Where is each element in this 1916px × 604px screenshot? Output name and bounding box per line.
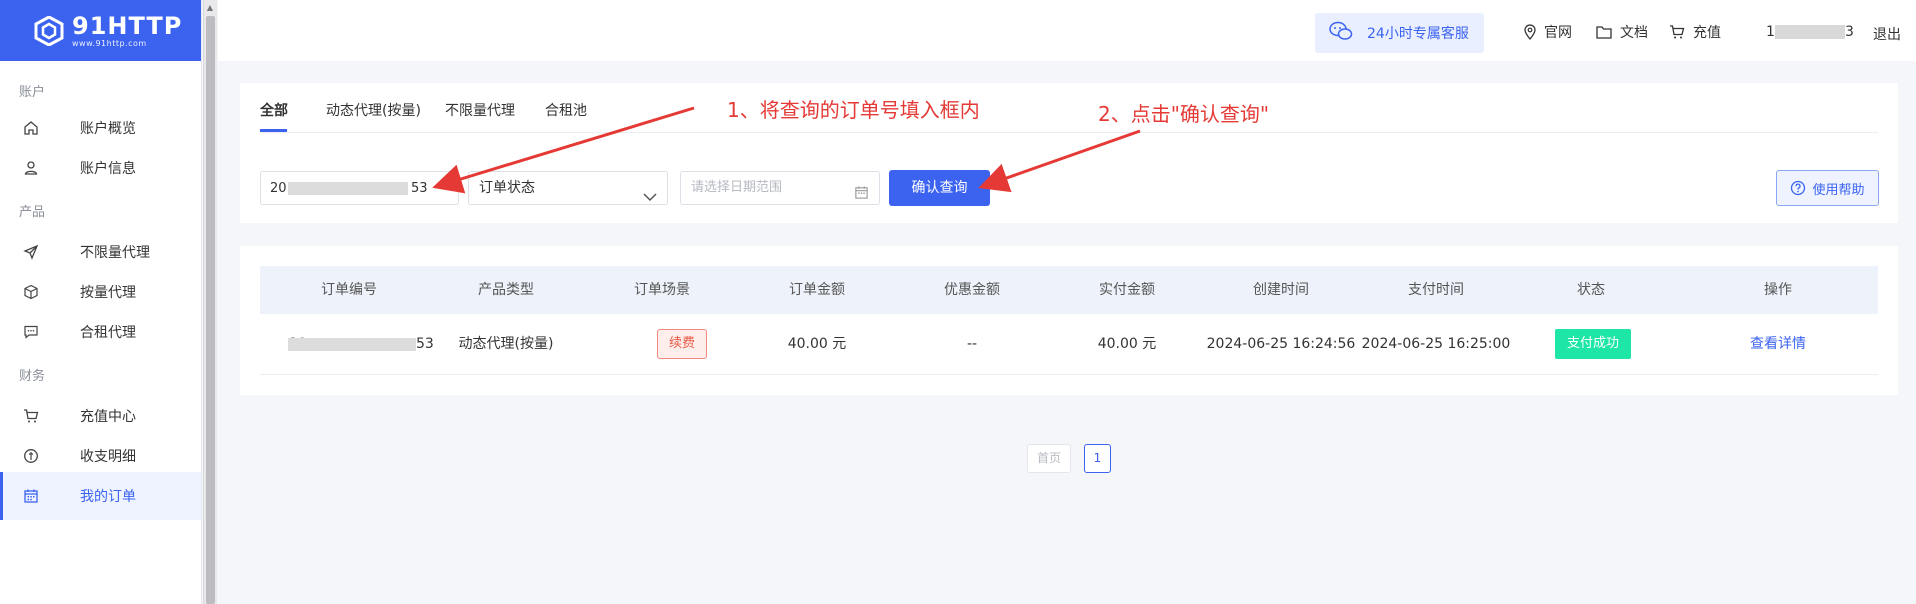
column-header: 操作 xyxy=(1764,282,1792,298)
nav-group-finance: 财务 xyxy=(19,369,46,384)
cart-icon xyxy=(22,407,40,425)
logout-link[interactable]: 退出 xyxy=(1873,24,1901,44)
sidebar-item-label: 账户概览 xyxy=(80,121,136,137)
orders-table-card: 订单编号 产品类型 订单场景 订单金额 优惠金额 实付金额 创建时间 支付时间 … xyxy=(240,246,1898,395)
tab-dynamic-proxy[interactable]: 动态代理(按量) xyxy=(326,100,421,120)
question-circle-icon xyxy=(1790,180,1806,196)
sidebar-item-account-info[interactable]: 账户信息 xyxy=(0,144,201,192)
recharge-link[interactable]: 充值 xyxy=(1669,22,1721,42)
pagination-first-button[interactable]: 首页 xyxy=(1027,444,1071,473)
order-number-suffix: 53 xyxy=(411,181,428,196)
confirm-query-button[interactable]: 确认查询 xyxy=(889,170,990,206)
column-header: 状态 xyxy=(1577,282,1605,298)
pagination-page-1[interactable]: 1 xyxy=(1084,444,1111,473)
tab-unlimited-proxy[interactable]: 不限量代理 xyxy=(445,100,515,120)
coin-icon xyxy=(22,447,40,465)
tab-all[interactable]: 全部 xyxy=(260,100,288,120)
docs-link[interactable]: 文档 xyxy=(1596,22,1648,42)
order-number-mask xyxy=(288,338,416,351)
nav-group-products: 产品 xyxy=(19,205,46,220)
wechat-icon xyxy=(1329,21,1353,45)
column-header: 优惠金额 xyxy=(944,282,1000,298)
logo-subtitle: www.91http.com xyxy=(72,38,147,48)
sidebar-item-label: 不限量代理 xyxy=(80,245,150,261)
cart-icon xyxy=(1669,24,1685,40)
user-icon xyxy=(22,159,40,177)
order-number-mask xyxy=(288,182,408,195)
logo-hexagon-icon xyxy=(34,15,64,46)
paid-amount-cell: 40.00 元 xyxy=(1097,336,1157,352)
paid-time-cell: 2024-06-25 16:25:00 xyxy=(1361,336,1511,352)
sidebar-item-label: 充值中心 xyxy=(80,409,136,425)
annotation-step-2: 2、点击"确认查询" xyxy=(1098,102,1270,126)
location-pin-icon xyxy=(1524,24,1536,40)
order-status-select[interactable]: 订单状态 xyxy=(468,171,668,205)
column-header: 订单编号 xyxy=(321,282,377,298)
usage-help-label: 使用帮助 xyxy=(1812,182,1865,198)
user-id-mask xyxy=(1775,25,1845,39)
sidebar-item-label: 我的订单 xyxy=(80,489,136,505)
top-header: 24小时专属客服 官网 文档 充值 1 3 退出 xyxy=(218,0,1916,61)
table-row: 20 53 动态代理(按量) 续费 40.00 元 -- 40.00 元 202… xyxy=(260,314,1878,375)
official-site-link[interactable]: 官网 xyxy=(1524,22,1572,42)
docs-label: 文档 xyxy=(1620,25,1648,41)
sidebar-item-shared-proxy[interactable]: 合租代理 xyxy=(0,308,201,356)
chat-icon xyxy=(22,323,40,341)
sidebar-item-label: 按量代理 xyxy=(80,285,136,301)
recharge-label: 充值 xyxy=(1693,25,1721,41)
calendar-icon xyxy=(854,181,869,213)
tab-shared-pool[interactable]: 合租池 xyxy=(545,100,587,120)
column-header: 支付时间 xyxy=(1408,282,1464,298)
status-badge: 支付成功 xyxy=(1555,329,1631,359)
scene-tag: 续费 xyxy=(657,329,707,359)
chevron-down-icon xyxy=(643,182,657,214)
customer-service-label: 24小时专属客服 xyxy=(1367,26,1469,42)
home-icon xyxy=(22,119,40,137)
date-range-placeholder: 请选择日期范围 xyxy=(691,180,783,195)
sidebar-item-label: 合租代理 xyxy=(80,325,136,341)
discount-amount-cell: -- xyxy=(966,336,978,352)
annotation-step-1: 1、将查询的订单号填入框内 xyxy=(727,98,980,122)
logo-title: 91HTTP xyxy=(72,11,183,40)
folder-icon xyxy=(1596,25,1612,39)
column-header: 订单金额 xyxy=(789,282,845,298)
logo[interactable]: 91HTTP www.91http.com xyxy=(0,0,201,61)
column-header: 实付金额 xyxy=(1099,282,1155,298)
sidebar-item-label: 账户信息 xyxy=(80,161,136,177)
sidebar-item-my-orders[interactable]: 我的订单 xyxy=(0,472,201,520)
view-details-link[interactable]: 查看详情 xyxy=(1750,314,1806,374)
user-id-start: 1 xyxy=(1766,24,1775,40)
cube-icon xyxy=(22,283,40,301)
sidebar: 91HTTP www.91http.com 账户 账户概览 账户信息 产品 不限… xyxy=(0,0,202,604)
order-amount-cell: 40.00 元 xyxy=(787,336,847,352)
scroll-up-arrow-icon[interactable]: ▲ xyxy=(205,3,215,13)
order-tabs: 全部 动态代理(按量) 不限量代理 合租池 xyxy=(260,83,1878,133)
date-range-input[interactable]: 请选择日期范围 xyxy=(680,171,880,205)
active-tab-indicator xyxy=(260,129,287,132)
calendar-icon xyxy=(22,487,40,505)
user-id-end: 3 xyxy=(1845,24,1854,40)
official-site-label: 官网 xyxy=(1544,25,1572,41)
created-time-cell: 2024-06-25 16:24:56 xyxy=(1206,336,1356,352)
customer-service-button[interactable]: 24小时专属客服 xyxy=(1315,13,1484,53)
filter-card: 全部 动态代理(按量) 不限量代理 合租池 20 53 订单状态 请选择日期范围… xyxy=(240,83,1898,223)
product-type-cell: 动态代理(按量) xyxy=(458,336,554,352)
paper-plane-icon xyxy=(22,243,40,261)
usage-help-button[interactable]: 使用帮助 xyxy=(1776,170,1879,206)
order-number-prefix: 20 xyxy=(270,181,287,196)
column-header: 产品类型 xyxy=(478,282,534,298)
column-header: 创建时间 xyxy=(1253,282,1309,298)
order-number-suffix: 53 xyxy=(416,336,434,352)
table-header: 订单编号 产品类型 订单场景 订单金额 优惠金额 实付金额 创建时间 支付时间 … xyxy=(260,266,1878,314)
column-header: 订单场景 xyxy=(634,282,690,298)
nav-group-account: 账户 xyxy=(19,85,46,100)
sidebar-item-label: 收支明细 xyxy=(80,449,136,465)
order-status-value: 订单状态 xyxy=(479,180,535,196)
scrollbar-thumb[interactable] xyxy=(206,16,215,604)
